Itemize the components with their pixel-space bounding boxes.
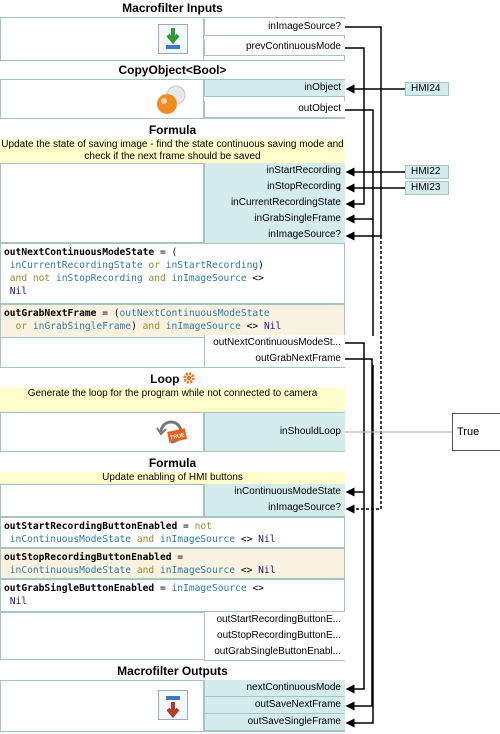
- wire-prevcontinuousmode: [345, 47, 365, 209]
- wire-outobject: [345, 109, 374, 224]
- wire-grabsingleframe: [347, 219, 374, 723]
- connection-wires: [0, 26, 452, 734]
- wire-nextcontinuous-out: [345, 492, 365, 694]
- wire-grabnextframe: [345, 358, 373, 711]
- wire-nextcontinuous-f2: [345, 342, 365, 497]
